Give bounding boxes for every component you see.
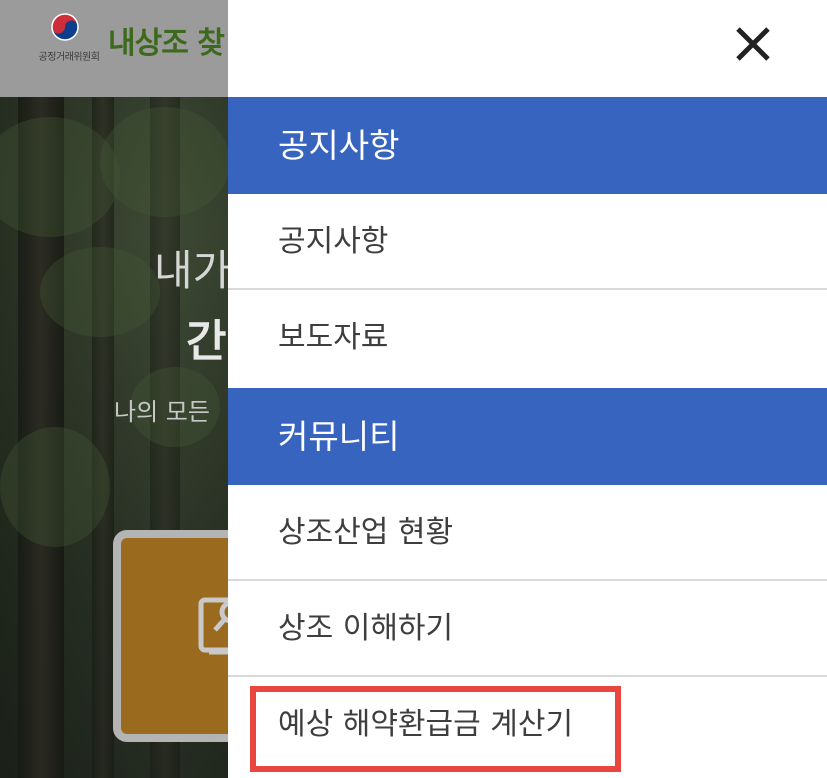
section-header-notice[interactable]: 공지사항 [228, 97, 827, 194]
section-header-community[interactable]: 커뮤니티 [228, 388, 827, 485]
close-icon[interactable] [733, 24, 773, 64]
hero-subtext: 나의 모든 [114, 398, 210, 426]
menu-item-understanding-sangjo[interactable]: 상조 이해하기 [228, 581, 827, 677]
site-title[interactable]: 내상조 찾 [108, 18, 225, 62]
org-logo[interactable]: 공정거래위원회 [34, 10, 104, 64]
menu-item-notice[interactable]: 공지사항 [228, 194, 827, 290]
org-name: 공정거래위원회 [38, 52, 100, 63]
hero-heading-line1: 내가 [154, 246, 232, 295]
menu-drawer: 공지사항 공지사항 보도자료 커뮤니티 상조산업 현황 상조 이해하기 예상 해… [228, 0, 827, 778]
drawer-header [228, 0, 827, 97]
menu-item-industry-status[interactable]: 상조산업 현황 [228, 485, 827, 581]
hero-heading-line2: 간 [186, 316, 227, 367]
menu-item-press-release[interactable]: 보도자료 [228, 290, 827, 386]
menu-item-refund-calculator[interactable]: 예상 해약환급금 계산기 [228, 677, 827, 773]
taeguk-emblem-icon [51, 13, 79, 41]
